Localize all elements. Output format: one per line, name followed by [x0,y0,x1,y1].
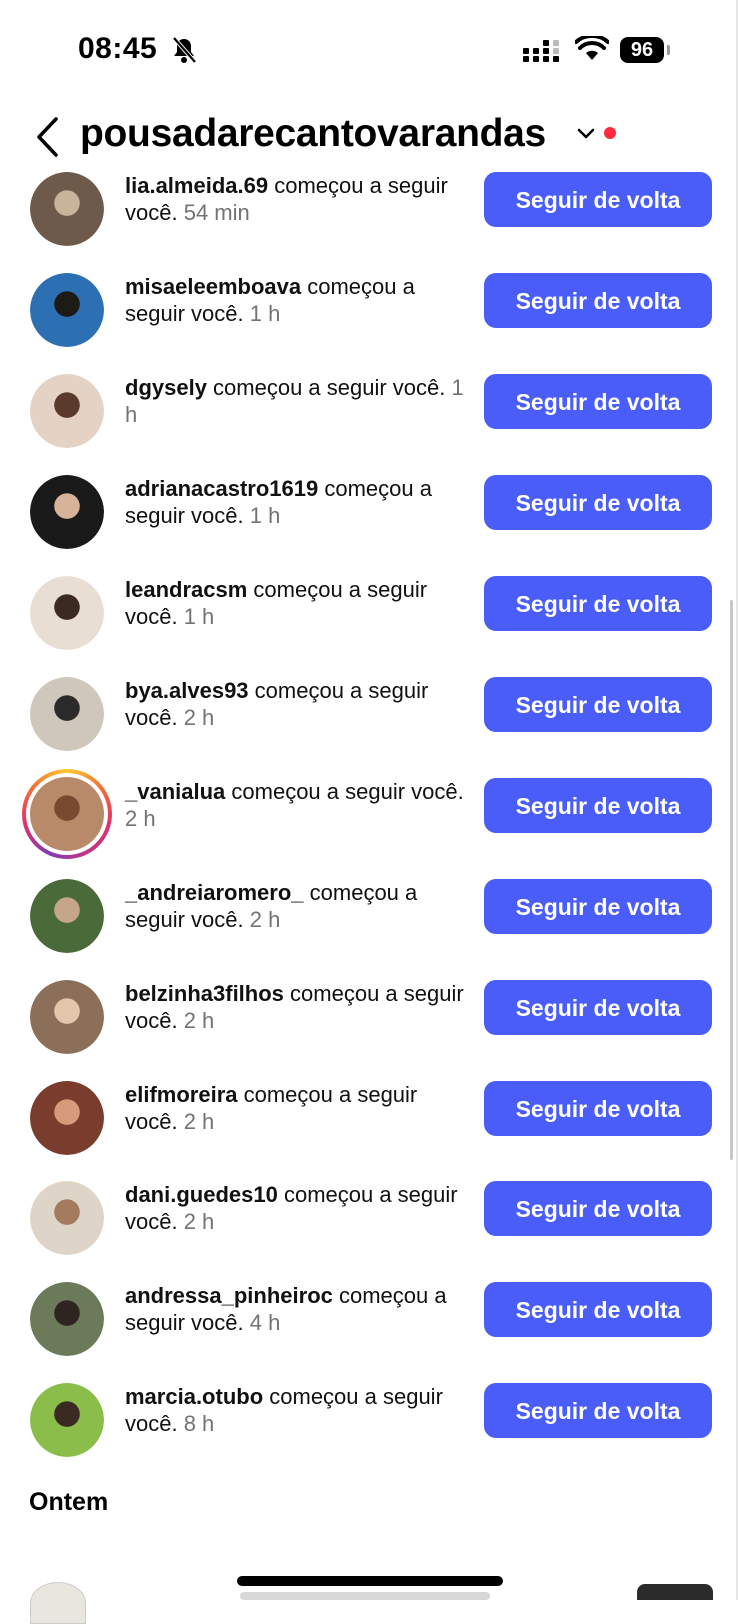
notification-text: andressa_pinheiroc começou a seguir você… [125,1282,465,1336]
account-switcher-title[interactable]: pousadarecantovarandas [80,112,546,156]
avatar[interactable] [30,980,104,1054]
username-link[interactable]: elifmoreira [125,1082,238,1107]
username-link[interactable]: _andreiaromero_ [125,880,304,905]
bell-muted-icon [172,36,197,64]
avatar[interactable] [30,1181,104,1255]
follow-back-button[interactable]: Seguir de volta [484,879,712,934]
follow-back-button[interactable]: Seguir de volta [484,576,712,631]
username-link[interactable]: dgysely [125,375,207,400]
notification-text: belzinha3filhos começou a seguir você. 2… [125,980,465,1034]
timestamp: 2 h [177,705,215,730]
timestamp: 2 h [243,907,281,932]
list-item[interactable]: dgysely começou a seguir você. 1 h Seguir… [0,374,738,477]
notification-dot [604,127,616,139]
chevron-down-icon[interactable] [577,127,595,141]
notification-text: elifmoreira começou a seguir você. 2 h [125,1081,465,1135]
timestamp: 2 h [177,1008,215,1033]
notification-text: _vanialua começou a seguir você. 2 h [125,778,465,832]
follow-back-button[interactable]: Seguir de volta [484,980,712,1035]
timestamp: 1 h [177,604,215,629]
avatar[interactable] [30,1383,104,1457]
follow-back-button[interactable]: Seguir de volta [484,1383,712,1438]
list-item[interactable]: _andreiaromero_ começou a seguir você. 2… [0,879,738,982]
scrollbar[interactable] [730,600,733,1160]
list-item[interactable]: elifmoreira começou a seguir você. 2 h Se… [0,1081,738,1184]
avatar[interactable] [30,1582,86,1624]
notification-text: adrianacastro1619 começou a seguir você.… [125,475,465,529]
status-time: 08:45 [78,32,158,65]
notification-text: marcia.otubo começou a seguir você. 8 h [125,1383,465,1437]
avatar[interactable] [30,374,104,448]
avatar[interactable] [30,677,104,751]
username-link[interactable]: belzinha3filhos [125,981,284,1006]
battery-indicator: 96 [620,37,664,63]
home-indicator[interactable] [237,1576,503,1586]
notification-text: dgysely começou a seguir você. 1 h [125,374,465,428]
list-item[interactable]: misaeleemboava começou a seguir você. 1 … [0,273,738,376]
username-link[interactable]: leandracsm [125,577,247,602]
status-bar: 08:45 96 [0,0,738,100]
battery-tip [667,45,670,55]
username-link[interactable]: bya.alves93 [125,678,249,703]
avatar[interactable] [30,172,104,246]
list-item[interactable]: adrianacastro1619 começou a seguir você.… [0,475,738,578]
username-link[interactable]: misaeleemboava [125,274,301,299]
list-item[interactable]: bya.alves93 começou a seguir você. 2 h Se… [0,677,738,780]
notification-text: bya.alves93 começou a seguir você. 2 h [125,677,465,731]
list-item[interactable]: _vanialua começou a seguir você. 2 h Segu… [0,769,738,881]
cellular-signal-icon [523,40,559,62]
timestamp: 1 h [243,503,281,528]
follow-back-button[interactable]: Seguir de volta [484,1181,712,1236]
username-link[interactable]: _vanialua [125,779,225,804]
username-link[interactable]: lia.almeida.69 [125,173,268,198]
post-thumbnail[interactable] [637,1584,713,1600]
avatar[interactable] [30,1282,104,1356]
avatar[interactable] [30,273,104,347]
list-item[interactable]: marcia.otubo começou a seguir você. 8 h S… [0,1383,738,1486]
list-item[interactable]: lia.almeida.69 começou a seguir você. 54… [0,172,738,275]
timestamp: 54 min [177,200,250,225]
avatar[interactable] [30,879,104,953]
avatar[interactable] [30,475,104,549]
back-arrow-icon[interactable] [34,116,60,158]
timestamp: 8 h [177,1411,215,1436]
follow-back-button[interactable]: Seguir de volta [484,778,712,833]
list-item[interactable]: andressa_pinheiroc começou a seguir você… [0,1282,738,1385]
avatar[interactable] [30,1081,104,1155]
list-item[interactable]: dani.guedes10 começou a seguir você. 2 h… [0,1181,738,1284]
timestamp: 4 h [243,1310,281,1335]
notification-text: dani.guedes10 começou a seguir você. 2 h [125,1181,465,1235]
timestamp: 2 h [125,806,156,831]
notification-text: leandracsm começou a seguir você. 1 h [125,576,465,630]
section-title-yesterday: Ontem [29,1488,109,1516]
notification-text: _andreiaromero_ começou a seguir você. 2… [125,879,465,933]
follow-back-button[interactable]: Seguir de volta [484,273,712,328]
username-link[interactable]: marcia.otubo [125,1384,263,1409]
page-header: pousadarecantovarandas [0,108,738,164]
follow-back-button[interactable]: Seguir de volta [484,1081,712,1136]
action-text: começou a seguir você. [206,375,446,400]
notification-text: lia.almeida.69 começou a seguir você. 54… [125,172,465,226]
avatar[interactable] [30,576,104,650]
follow-back-button[interactable]: Seguir de volta [484,475,712,530]
wifi-icon [575,36,609,60]
follow-back-button[interactable]: Seguir de volta [484,677,712,732]
username-link[interactable]: dani.guedes10 [125,1182,278,1207]
list-item[interactable]: belzinha3filhos começou a seguir você. 2… [0,980,738,1083]
timestamp: 2 h [177,1209,215,1234]
action-text: começou a seguir você. [225,779,464,804]
username-link[interactable]: andressa_pinheiroc [125,1283,333,1308]
timestamp: 2 h [177,1109,215,1134]
notification-text: misaeleemboava começou a seguir você. 1 … [125,273,465,327]
follow-back-button[interactable]: Seguir de volta [484,1282,712,1337]
list-item[interactable]: leandracsm começou a seguir você. 1 h Seg… [0,576,738,679]
follow-back-button[interactable]: Seguir de volta [484,374,712,429]
timestamp: 1 h [243,301,281,326]
avatar[interactable] [22,769,112,859]
list-item-partial [240,1592,490,1600]
follow-back-button[interactable]: Seguir de volta [484,172,712,227]
username-link[interactable]: adrianacastro1619 [125,476,318,501]
